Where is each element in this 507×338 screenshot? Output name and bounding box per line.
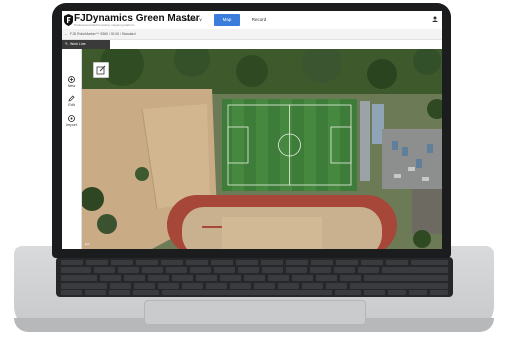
new-label: New xyxy=(67,84,76,88)
breadcrumb: FJD RoboMarker™ S960 / SLV6 / Standard xyxy=(70,32,136,36)
plus-circle-icon xyxy=(68,76,75,83)
pencil-icon xyxy=(68,95,75,102)
new-button[interactable]: New xyxy=(62,76,81,88)
import-circle-icon xyxy=(68,115,75,122)
tool-sidebar: New Edit Import xyxy=(62,49,82,249)
app-screen: FJDynamics Green Master Professional fie… xyxy=(62,11,442,249)
import-button[interactable]: Import xyxy=(62,115,81,127)
pencil-icon: ✎ xyxy=(65,42,68,46)
shield-logo-icon xyxy=(64,14,73,26)
work-line-tab[interactable]: ✎ Work Line xyxy=(62,40,110,49)
laptop-keyboard xyxy=(56,257,453,297)
app-tagline: Professional field boundary mapping plat… xyxy=(74,23,135,27)
import-label: Import xyxy=(66,123,77,127)
nav-device-dropdown[interactable]: Device ∨ xyxy=(180,14,206,26)
work-line-label: Work Line xyxy=(69,42,86,46)
edit-boundary-button[interactable] xyxy=(93,62,109,78)
arrow-left-icon[interactable]: ← xyxy=(64,31,68,36)
edit-label: Edit xyxy=(68,103,75,107)
map-credit: Esri xyxy=(85,243,90,246)
laptop-trackpad xyxy=(144,300,366,325)
user-icon[interactable] xyxy=(432,16,438,22)
edit-square-icon xyxy=(96,65,106,75)
app-header: FJDynamics Green Master Professional fie… xyxy=(62,11,442,30)
nav-map-tab[interactable]: Map xyxy=(214,14,240,26)
edit-button[interactable]: Edit xyxy=(62,95,81,107)
satellite-map[interactable] xyxy=(82,49,442,249)
breadcrumb-bar: ← FJD RoboMarker™ S960 / SLV6 / Standard xyxy=(62,29,442,40)
nav-record-tab[interactable]: Record xyxy=(246,14,272,26)
